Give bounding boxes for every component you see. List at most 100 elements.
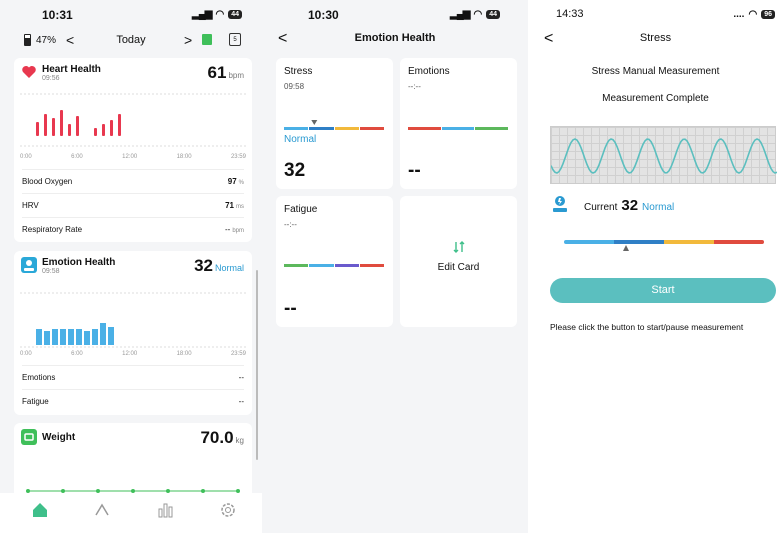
back-button[interactable]: < (278, 30, 287, 48)
emotion-bar (36, 329, 42, 345)
stress-tile[interactable]: Stress 09:58 Normal 32 (276, 58, 393, 189)
fatigue-scale (284, 264, 385, 267)
status-time: 14:33 (556, 8, 584, 20)
emotion-bar (108, 327, 114, 345)
stress-person-icon (550, 194, 570, 214)
status-bar: 10:31 ▂▄▆ ◠ 44 (0, 8, 262, 24)
heart-rate-bar (102, 124, 105, 136)
date-title: Today (116, 34, 146, 46)
scrollbar[interactable] (256, 270, 258, 460)
row-label: Blood Oxygen (22, 177, 73, 186)
heart-rate-bar (110, 120, 113, 136)
heart-unit: bpm (228, 71, 244, 80)
activity-icon[interactable] (92, 501, 112, 521)
row-label: Respiratory Rate (22, 225, 83, 234)
heart-value: 61 bpm (208, 63, 244, 83)
signal-icon: ▂▄▆ (192, 9, 212, 20)
heart-rate-chart (20, 93, 246, 147)
level-marker (623, 245, 629, 251)
row-label: HRV (22, 201, 39, 210)
calendar-icon[interactable]: 5 (229, 33, 241, 46)
blood-oxygen-row[interactable]: Blood Oxygen 97% (22, 169, 244, 193)
heart-time-axis: 0:00 6:00 12:00 18:00 23:59 (20, 154, 246, 160)
heart-title: Heart Health (42, 64, 101, 75)
heart-icon (21, 64, 37, 80)
battery-level: 44 (228, 10, 242, 19)
header: < Emotion Health (262, 30, 528, 50)
emotion-bar (68, 329, 74, 345)
status-time: 10:30 (308, 8, 339, 22)
current-reading: Current 32 Normal (584, 197, 674, 214)
emotions-scale (408, 127, 509, 130)
wave-path (550, 138, 778, 174)
start-button[interactable]: Start (550, 278, 776, 303)
row-label: Fatigue (22, 397, 49, 406)
stats-icon[interactable] (155, 501, 175, 521)
measurement-hint: Please click the button to start/pause m… (550, 322, 744, 332)
weight-unit: kg (235, 436, 244, 445)
stress-screen: 14:33 .... ◠ 96 < Stress Stress Manual Mea… (528, 0, 783, 533)
hrv-row[interactable]: HRV 71 ms (22, 193, 244, 217)
edit-card-label: Edit Card (437, 262, 480, 273)
waveform-line (550, 138, 778, 174)
next-day-button[interactable]: > (184, 32, 192, 48)
emotion-score: 32 (194, 256, 213, 275)
status-bar: 10:30 ▂▄▆ ◠ 44 (262, 8, 528, 24)
back-button[interactable]: < (544, 30, 553, 48)
row-unit: bpm (232, 228, 244, 234)
current-status: Normal (642, 202, 675, 213)
emotions-value: -- (408, 160, 421, 181)
emotion-chart (20, 292, 246, 348)
heart-rate-bar (118, 114, 121, 136)
emotion-health-screen: 10:30 ▂▄▆ ◠ 44 < Emotion Health Stress 09:… (262, 0, 528, 533)
tick: 23:59 (230, 351, 246, 357)
stress-waveform (550, 126, 778, 184)
current-value: 32 (621, 197, 639, 214)
current-label: Current (584, 202, 618, 213)
home-icon[interactable] (30, 501, 50, 521)
settings-icon[interactable] (218, 501, 238, 521)
heart-rate-bar (94, 128, 97, 136)
edit-card-tile[interactable]: Edit Card (400, 196, 517, 327)
wifi-icon: ◠ (473, 9, 483, 20)
emotion-bar (76, 329, 82, 345)
weight-value: 70.0 kg (200, 428, 244, 448)
heart-rate-bar (68, 124, 71, 136)
weight-card[interactable]: Weight 70.0 kg (14, 423, 252, 503)
stress-scale (284, 127, 385, 130)
gauge-marker (623, 245, 629, 251)
heart-rate-bar (76, 116, 79, 136)
stress-value: 32 (284, 160, 306, 181)
emotion-title: Emotion Health (42, 257, 116, 268)
emotions-title: Emotions (408, 66, 450, 77)
emotions-tile[interactable]: Emotions --:-- -- (400, 58, 517, 189)
row-unit: ms (236, 204, 244, 210)
tick: 0:00 (20, 351, 32, 357)
emotions-time: --:-- (408, 82, 421, 91)
page-title: Emotion Health (354, 32, 436, 44)
fatigue-time: --:-- (284, 220, 297, 229)
respiratory-row[interactable]: Respiratory Rate -- bpm (22, 217, 244, 241)
sync-icon[interactable] (202, 34, 212, 45)
emotion-status: Normal (214, 263, 244, 273)
row-unit: % (238, 180, 244, 186)
emotion-time-axis: 0:00 6:00 12:00 18:00 23:59 (20, 351, 246, 357)
emotion-bar (52, 329, 58, 345)
tick: 18:00 (176, 154, 192, 160)
emotion-icon (21, 257, 37, 273)
row-value: -- (225, 225, 231, 234)
heart-health-card[interactable]: Heart Health 09:56 61 bpm 0:00 6:00 12:00… (14, 58, 252, 242)
emotions-row[interactable]: Emotions -- (22, 365, 244, 389)
wifi-icon: ◠ (748, 9, 758, 20)
status-bar: 14:33 .... ◠ 96 (528, 8, 783, 24)
emotion-health-card[interactable]: Emotion Health 09:58 32 Normal 0:00 6:00 … (14, 251, 252, 415)
stress-time: 09:58 (284, 82, 305, 91)
emotion-bar (92, 329, 98, 345)
heart-time: 09:56 (42, 75, 60, 82)
scale-icon (21, 429, 37, 445)
fatigue-row[interactable]: Fatigue -- (22, 389, 244, 413)
row-value: 97 (227, 177, 237, 186)
fatigue-tile[interactable]: Fatigue --:-- -- (276, 196, 393, 327)
tick: 0:00 (20, 154, 32, 160)
stress-gauge (564, 240, 764, 244)
